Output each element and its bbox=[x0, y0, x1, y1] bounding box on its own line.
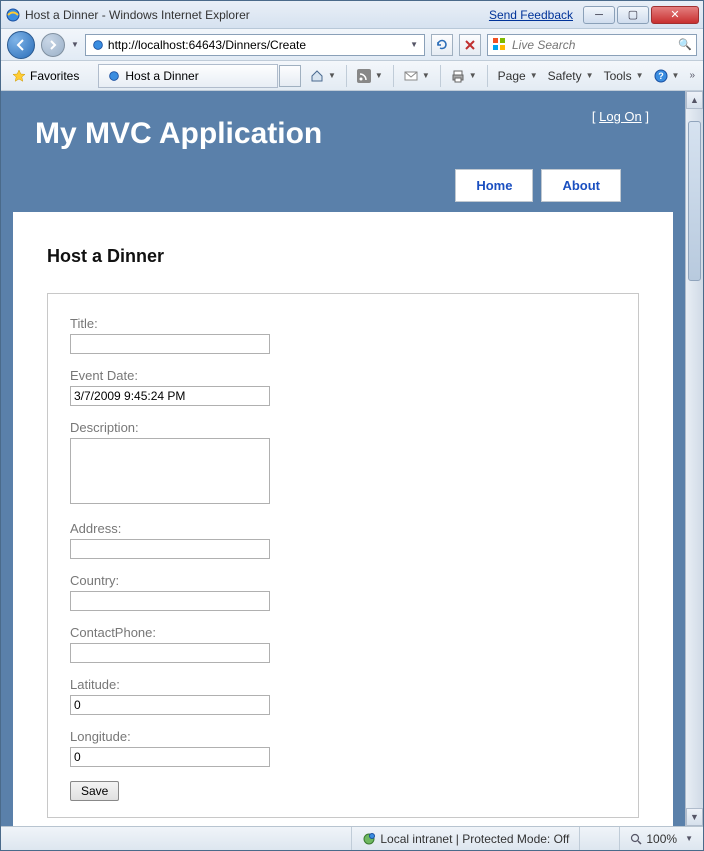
chevron-down-icon: ▼ bbox=[375, 71, 383, 80]
title-label: Title: bbox=[70, 316, 616, 331]
command-toolbar: Favorites Host a Dinner ▼ ▼ ▼ ▼ Page▼ Sa… bbox=[1, 61, 703, 91]
tools-menu[interactable]: Tools▼ bbox=[600, 67, 648, 85]
print-button[interactable]: ▼ bbox=[447, 67, 481, 85]
login-section: [ Log On ] bbox=[592, 109, 649, 124]
page-heading: Host a Dinner bbox=[47, 246, 639, 267]
logon-link[interactable]: Log On bbox=[599, 109, 642, 124]
mail-icon bbox=[404, 70, 418, 82]
back-button[interactable] bbox=[7, 31, 35, 59]
latitude-label: Latitude: bbox=[70, 677, 616, 692]
status-spacer bbox=[579, 827, 619, 850]
security-zone[interactable]: Local intranet | Protected Mode: Off bbox=[351, 827, 579, 850]
help-button[interactable]: ? ▼ bbox=[650, 67, 684, 85]
svg-text:?: ? bbox=[658, 71, 664, 81]
longitude-label: Longitude: bbox=[70, 729, 616, 744]
rss-icon bbox=[357, 69, 371, 83]
mail-button[interactable]: ▼ bbox=[400, 68, 434, 84]
nav-home[interactable]: Home bbox=[455, 169, 533, 202]
tab-title: Host a Dinner bbox=[125, 69, 198, 83]
toolbar-overflow[interactable]: » bbox=[685, 68, 699, 83]
refresh-button[interactable] bbox=[431, 34, 453, 56]
stop-button[interactable] bbox=[459, 34, 481, 56]
globe-icon bbox=[362, 832, 376, 846]
nav-toolbar: ▼ ▼ 🔍 bbox=[1, 29, 703, 61]
address-dropdown-icon[interactable]: ▼ bbox=[406, 40, 422, 49]
chevron-down-icon: ▼ bbox=[685, 834, 693, 843]
country-label: Country: bbox=[70, 573, 616, 588]
description-input[interactable] bbox=[70, 438, 270, 504]
home-button[interactable]: ▼ bbox=[306, 67, 340, 85]
feeds-button[interactable]: ▼ bbox=[353, 67, 387, 85]
address-bar[interactable]: ▼ bbox=[85, 34, 425, 56]
help-icon: ? bbox=[654, 69, 668, 83]
chevron-down-icon: ▼ bbox=[422, 71, 430, 80]
chevron-down-icon: ▼ bbox=[469, 71, 477, 80]
page-icon bbox=[90, 37, 106, 53]
eventdate-input[interactable] bbox=[70, 386, 270, 406]
scroll-up-icon[interactable]: ▲ bbox=[686, 91, 703, 109]
status-bar: Local intranet | Protected Mode: Off 100… bbox=[1, 826, 703, 850]
page-header: [ Log On ] My MVC Application Home About bbox=[7, 97, 679, 212]
home-icon bbox=[310, 69, 324, 83]
search-go-icon[interactable]: 🔍 bbox=[674, 38, 692, 51]
latitude-input[interactable] bbox=[70, 695, 270, 715]
window-title: Host a Dinner - Windows Internet Explore… bbox=[25, 8, 250, 22]
save-button[interactable]: Save bbox=[70, 781, 119, 801]
search-bar[interactable]: 🔍 bbox=[487, 34, 697, 56]
maximize-button[interactable]: ▢ bbox=[617, 6, 649, 24]
minimize-button[interactable]: ─ bbox=[583, 6, 615, 24]
address-label: Address: bbox=[70, 521, 616, 536]
page-content: Host a Dinner Title: Event Date: Descrip… bbox=[13, 212, 673, 826]
app-title: My MVC Application bbox=[35, 117, 651, 151]
search-input[interactable] bbox=[512, 38, 674, 52]
scroll-down-icon[interactable]: ▼ bbox=[686, 808, 703, 826]
print-icon bbox=[451, 69, 465, 83]
vertical-scrollbar[interactable]: ▲ ▼ bbox=[685, 91, 703, 826]
forward-button[interactable] bbox=[41, 33, 65, 57]
description-label: Description: bbox=[70, 420, 616, 435]
longitude-input[interactable] bbox=[70, 747, 270, 767]
url-input[interactable] bbox=[108, 36, 406, 54]
window-titlebar: Host a Dinner - Windows Internet Explore… bbox=[1, 1, 703, 29]
phone-input[interactable] bbox=[70, 643, 270, 663]
country-input[interactable] bbox=[70, 591, 270, 611]
chevron-down-icon: ▼ bbox=[328, 71, 336, 80]
history-dropdown-icon[interactable]: ▼ bbox=[71, 40, 79, 49]
eventdate-label: Event Date: bbox=[70, 368, 616, 383]
zoom-icon bbox=[630, 833, 642, 845]
page-menu[interactable]: Page▼ bbox=[494, 67, 542, 85]
favorites-button[interactable]: Favorites bbox=[5, 66, 86, 86]
address-input[interactable] bbox=[70, 539, 270, 559]
safety-menu[interactable]: Safety▼ bbox=[544, 67, 598, 85]
live-search-icon bbox=[492, 37, 508, 53]
title-input[interactable] bbox=[70, 334, 270, 354]
star-icon bbox=[12, 69, 26, 83]
tab-page-icon bbox=[107, 69, 121, 83]
dinner-form: Title: Event Date: Description: Add bbox=[47, 293, 639, 818]
nav-about[interactable]: About bbox=[541, 169, 621, 202]
favorites-label: Favorites bbox=[30, 69, 79, 83]
ie-icon bbox=[5, 7, 21, 23]
new-tab-button[interactable] bbox=[279, 65, 301, 87]
browser-tab[interactable]: Host a Dinner bbox=[98, 64, 278, 88]
phone-label: ContactPhone: bbox=[70, 625, 616, 640]
scroll-thumb[interactable] bbox=[688, 121, 701, 281]
zoom-control[interactable]: 100% ▼ bbox=[619, 827, 703, 850]
send-feedback-link[interactable]: Send Feedback bbox=[489, 8, 573, 22]
browser-viewport: [ Log On ] My MVC Application Home About… bbox=[1, 91, 703, 826]
close-button[interactable]: ✕ bbox=[651, 6, 699, 24]
